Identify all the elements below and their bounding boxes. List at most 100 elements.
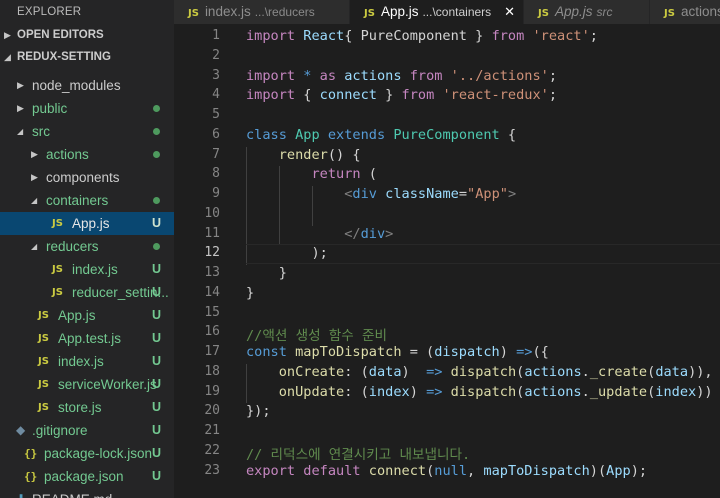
code-line[interactable]: <div className="App">: [246, 186, 516, 202]
js-file-icon: JS: [38, 379, 49, 390]
code-line[interactable]: const mapToDispatch = (dispatch) =>({: [246, 344, 549, 360]
tree-item[interactable]: JS App.js U: [0, 212, 174, 235]
tree-item[interactable]: ⬇ README.md: [0, 488, 174, 498]
tree-item[interactable]: ▶ public: [0, 97, 174, 120]
explorer-title: EXPLORER: [17, 6, 82, 18]
code-editor[interactable]: 1 import React{ PureComponent } from 'rea…: [174, 24, 720, 498]
tree-item[interactable]: ◆ .gitignore U: [0, 419, 174, 442]
git-status-untracked: U: [151, 216, 161, 230]
tree-item[interactable]: JS App.js U: [0, 304, 174, 327]
section-project[interactable]: ◢ REDUX-SETTING: [0, 46, 174, 68]
code-token: .: [581, 383, 590, 400]
code-token: );: [246, 245, 328, 262]
code-token: =>: [426, 383, 451, 400]
tree-item-label: reducers: [46, 239, 99, 254]
tree-item[interactable]: JS App.test.js U: [0, 327, 174, 350]
code-token: )(: [589, 462, 607, 479]
code-line[interactable]: onCreate: (data) => dispatch(actions._cr…: [246, 364, 713, 380]
line-number: 4: [212, 87, 220, 103]
code-token: connect: [319, 87, 377, 104]
code-line[interactable]: // 리덕스에 연결시키고 내보냅니다.: [246, 443, 470, 463]
code-line[interactable]: //액션 생성 함수 준비: [246, 324, 387, 344]
code-token: : (: [344, 383, 369, 400]
tab-actions[interactable]: JS actions: [650, 0, 720, 24]
line-number: 6: [212, 126, 220, 142]
code-token: {: [303, 87, 320, 104]
code-line[interactable]: }: [246, 285, 254, 301]
tab-label: App.js: [554, 4, 593, 19]
code-token: PureComponent: [360, 28, 467, 44]
code-token: as: [319, 67, 345, 84]
tree-item-label: node_modules: [32, 78, 121, 93]
tree-item-label: containers: [46, 193, 109, 208]
code-token: }: [246, 265, 287, 281]
tree-item[interactable]: {} package-lock.json U: [0, 442, 174, 465]
code-line[interactable]: import * as actions from '../actions';: [246, 68, 557, 84]
code-line[interactable]: render() {: [246, 147, 361, 163]
git-status-dot: [153, 128, 160, 135]
chevron-right-icon: ▶: [31, 172, 38, 182]
chevron-right-icon: ▶: [4, 30, 11, 40]
code-token: );: [630, 462, 648, 479]
tree-item[interactable]: ▶ node_modules: [0, 74, 174, 97]
code-token: dispatch: [434, 344, 500, 360]
tree-item[interactable]: ▶ actions: [0, 143, 174, 166]
code-token: .: [581, 363, 590, 380]
code-line[interactable]: });: [246, 403, 271, 419]
code-line[interactable]: class App extends PureComponent {: [246, 127, 516, 143]
tab-label: App.js: [380, 4, 419, 19]
code-token: import: [246, 28, 304, 44]
line-number: 12: [204, 245, 220, 261]
line-number: 18: [204, 363, 220, 379]
code-line[interactable]: );: [246, 245, 328, 262]
code-token: div: [360, 225, 386, 242]
code-line[interactable]: import { connect } from 'react-redux';: [246, 87, 557, 103]
code-line[interactable]: import React{ PureComponent } from 'reac…: [246, 28, 598, 44]
tree-item[interactable]: JS serviceWorker.js U: [0, 373, 174, 396]
js-file-icon: JS: [188, 8, 199, 19]
code-line[interactable]: export default connect(null, mapToDispat…: [246, 463, 647, 479]
code-line[interactable]: onUpdate: (index) => dispatch(actions._u…: [246, 384, 713, 400]
chevron-down-icon: ◢: [31, 242, 38, 251]
code-token: actions: [344, 67, 410, 84]
git-status-untracked: U: [151, 262, 161, 276]
close-icon[interactable]: ✕: [504, 0, 515, 24]
tree-item[interactable]: JS index.js U: [0, 350, 174, 373]
code-token: () {: [327, 146, 361, 163]
git-status-dot: [153, 243, 160, 250]
section-open-editors[interactable]: ▶ OPEN EDITORS: [0, 24, 174, 46]
tree-item[interactable]: ◢ src: [0, 120, 174, 143]
tree-item-label: serviceWorker.js: [58, 377, 157, 392]
code-token: data: [368, 363, 402, 380]
line-number: 1: [212, 28, 220, 43]
code-line[interactable]: return (: [246, 166, 376, 182]
tree-item[interactable]: {} package.json U: [0, 465, 174, 488]
tab-app-js[interactable]: JS App.js src: [524, 0, 650, 24]
tree-item[interactable]: JS index.js U: [0, 258, 174, 281]
chevron-right-icon: ▶: [17, 80, 24, 90]
code-token: connect: [368, 462, 427, 479]
code-token: App: [606, 462, 631, 479]
code-token: import: [246, 67, 304, 84]
tree-item[interactable]: ▶ components: [0, 166, 174, 189]
code-token: dispatch: [450, 383, 517, 400]
chevron-down-icon: ◢: [4, 52, 11, 62]
code-token: onCreate: [278, 363, 345, 380]
line-number: 13: [204, 265, 220, 280]
js-file-icon: JS: [52, 287, 63, 298]
line-number: 10: [204, 205, 220, 221]
code-token: : (: [344, 363, 369, 380]
tree-item[interactable]: ◢ reducers: [0, 235, 174, 258]
code-line[interactable]: </div>: [246, 226, 393, 242]
code-token: '../actions': [450, 67, 549, 84]
code-token: from: [401, 87, 443, 104]
tab-index-js[interactable]: JS index.js ...\reducers: [174, 0, 350, 24]
code-token: 'react': [532, 28, 590, 44]
code-line[interactable]: }: [246, 265, 287, 281]
tab-app-js[interactable]: JS App.js ...\containers ✕: [350, 0, 524, 24]
code-token: }: [376, 87, 402, 104]
tree-item[interactable]: JS store.js U: [0, 396, 174, 419]
tree-item[interactable]: ◢ containers: [0, 189, 174, 212]
tree-item[interactable]: JS reducer_settin... U: [0, 281, 174, 304]
code-token: =>: [426, 363, 451, 380]
